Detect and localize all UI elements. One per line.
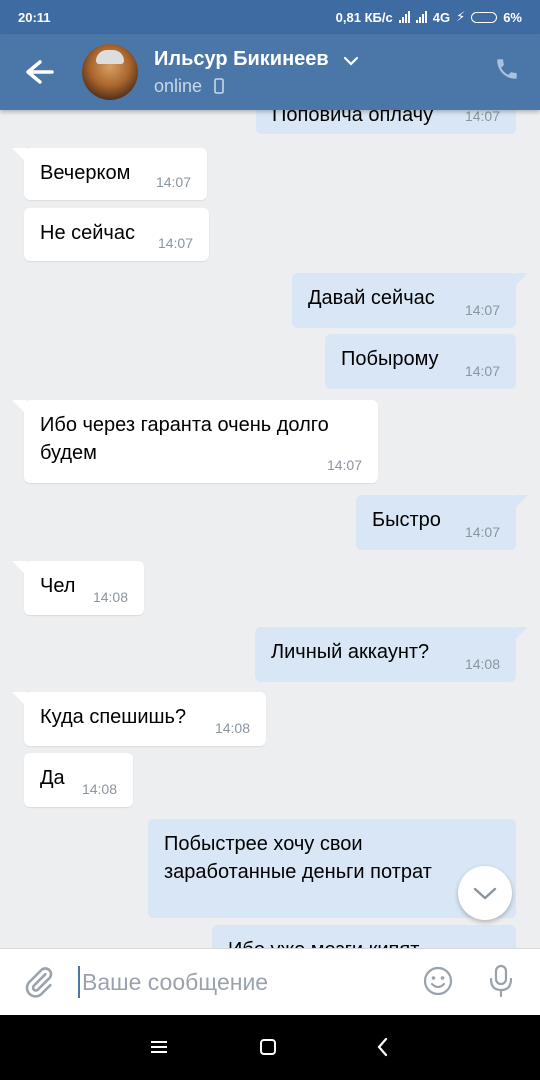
message-input[interactable]: Ваше сообщение: [82, 969, 268, 996]
attach-icon[interactable]: [22, 965, 56, 999]
message-time: 14:07: [464, 110, 500, 124]
message-in[interactable]: Ибо через гаранта очень долго будем 14:0…: [12, 400, 378, 483]
message-text: Побырому: [341, 348, 439, 370]
message-time: 14:07: [464, 524, 500, 540]
mobile-icon: [214, 78, 224, 99]
message-in[interactable]: Вечерком 14:07: [12, 148, 207, 200]
message-text: Куда спешишь?: [40, 706, 187, 728]
contact-status: online: [154, 76, 203, 96]
message-time: 14:08: [464, 656, 500, 672]
message-text: Не сейчас: [40, 222, 135, 244]
message-text: Вечерком: [40, 162, 131, 184]
phone-icon[interactable]: [494, 56, 520, 82]
scroll-down-button[interactable]: [458, 866, 512, 920]
message-time: 14:07: [464, 363, 500, 379]
message-out[interactable]: Побырому 14:07: [325, 334, 516, 389]
message-out[interactable]: Давай сейчас 14:07: [292, 273, 528, 328]
message-out[interactable]: Ибо уже мозги кипят: [212, 925, 516, 948]
back-arrow-icon[interactable]: [18, 56, 58, 88]
menu-icon[interactable]: [150, 1040, 168, 1059]
battery-level: 6%: [503, 9, 522, 25]
text-caret: [78, 966, 80, 998]
message-time: 14:08: [214, 720, 250, 736]
back-icon[interactable]: [376, 1037, 388, 1062]
status-time: 20:11: [18, 9, 51, 25]
battery-icon: [471, 11, 498, 23]
message-time: 14:07: [157, 235, 193, 251]
message-time: 14:08: [81, 781, 117, 797]
message-in[interactable]: Не сейчас 14:07: [24, 208, 209, 261]
message-out[interactable]: Личный аккаунт? 14:08: [255, 627, 528, 682]
message-time: 14:07: [464, 302, 500, 318]
message-text: Личный аккаунт?: [271, 641, 430, 663]
emoji-icon[interactable]: [422, 965, 454, 997]
message-text: Побыстрее хочу свои заработанные деньги …: [164, 833, 432, 883]
charging-icon: ⚡: [456, 9, 466, 24]
status-indicators: 0,81 КБ/с 4G ⚡ 6%: [336, 9, 522, 25]
avatar[interactable]: [82, 44, 138, 100]
message-text: Ибо через гаранта очень долго будем: [40, 414, 329, 464]
status-bar: 20:11 0,81 КБ/с 4G ⚡ 6%: [0, 0, 540, 34]
message-text: Ибо уже мозги кипят: [228, 939, 419, 948]
message-text: Быстро: [372, 509, 441, 531]
message-composer: Ваше сообщение: [0, 948, 540, 1015]
home-icon[interactable]: [260, 1039, 276, 1055]
message-time: 14:07: [326, 457, 362, 473]
message-text: Да: [40, 767, 65, 789]
chevron-down-icon: [473, 887, 497, 900]
message-out[interactable]: Быстро 14:07: [356, 495, 528, 550]
message-in[interactable]: Куда спешишь? 14:08: [12, 692, 266, 746]
net-speed: 0,81 КБ/с: [335, 9, 393, 25]
message-in[interactable]: Чел 14:08: [12, 561, 144, 615]
message-time: 14:07: [155, 174, 191, 190]
message-out[interactable]: Поповича оплачу 14:07: [256, 110, 516, 134]
message-text: Поповича оплачу: [272, 110, 434, 126]
message-in[interactable]: Да 14:08: [24, 753, 133, 807]
message-text: Давай сейчас: [308, 287, 435, 309]
signal-icon-2: [415, 11, 427, 23]
message-time: 14:08: [92, 589, 128, 605]
contact-name[interactable]: Ильсур Бикинеев: [154, 48, 329, 71]
chevron-down-icon[interactable]: [343, 54, 359, 72]
signal-icon: [398, 11, 410, 23]
network-type: 4G: [432, 9, 451, 25]
system-nav-bar: [0, 1015, 540, 1080]
message-list[interactable]: Поповича оплачу 14:07 Вечерком 14:07 Не …: [0, 110, 540, 948]
message-text: Чел: [40, 575, 76, 597]
chat-header: Ильсур Бикинеев online: [0, 34, 540, 110]
microphone-icon[interactable]: [486, 963, 516, 999]
